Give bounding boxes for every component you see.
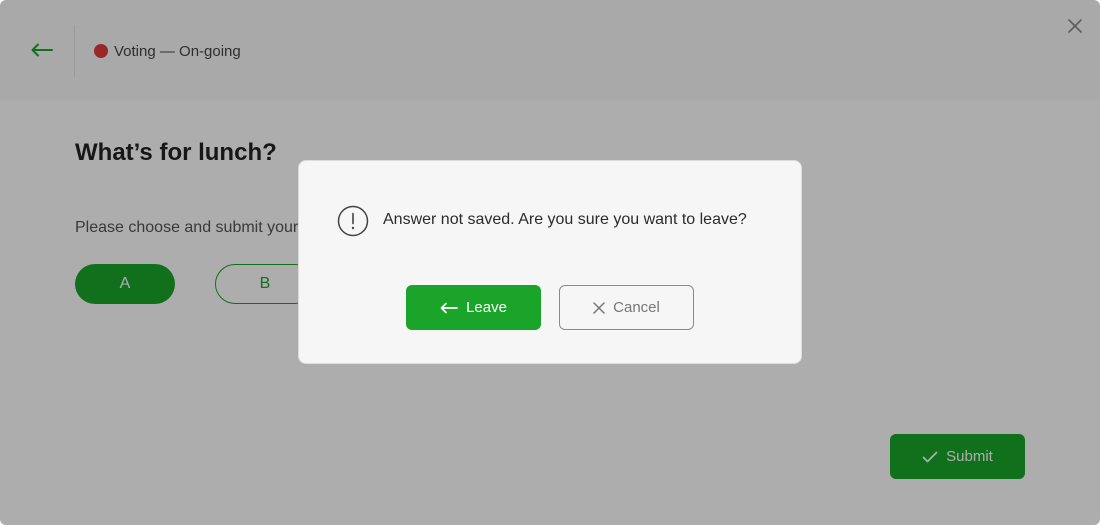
close-icon [593, 301, 605, 314]
leave-button[interactable]: Leave [406, 285, 541, 330]
dialog-message: Answer not saved. Are you sure you want … [383, 211, 747, 228]
warning-circle-icon [337, 205, 369, 237]
leave-confirm-dialog: Answer not saved. Are you sure you want … [298, 160, 802, 364]
arrow-left-icon [440, 302, 458, 313]
leave-label: Leave [466, 299, 507, 316]
cancel-label: Cancel [613, 299, 660, 316]
cancel-button[interactable]: Cancel [559, 285, 694, 330]
